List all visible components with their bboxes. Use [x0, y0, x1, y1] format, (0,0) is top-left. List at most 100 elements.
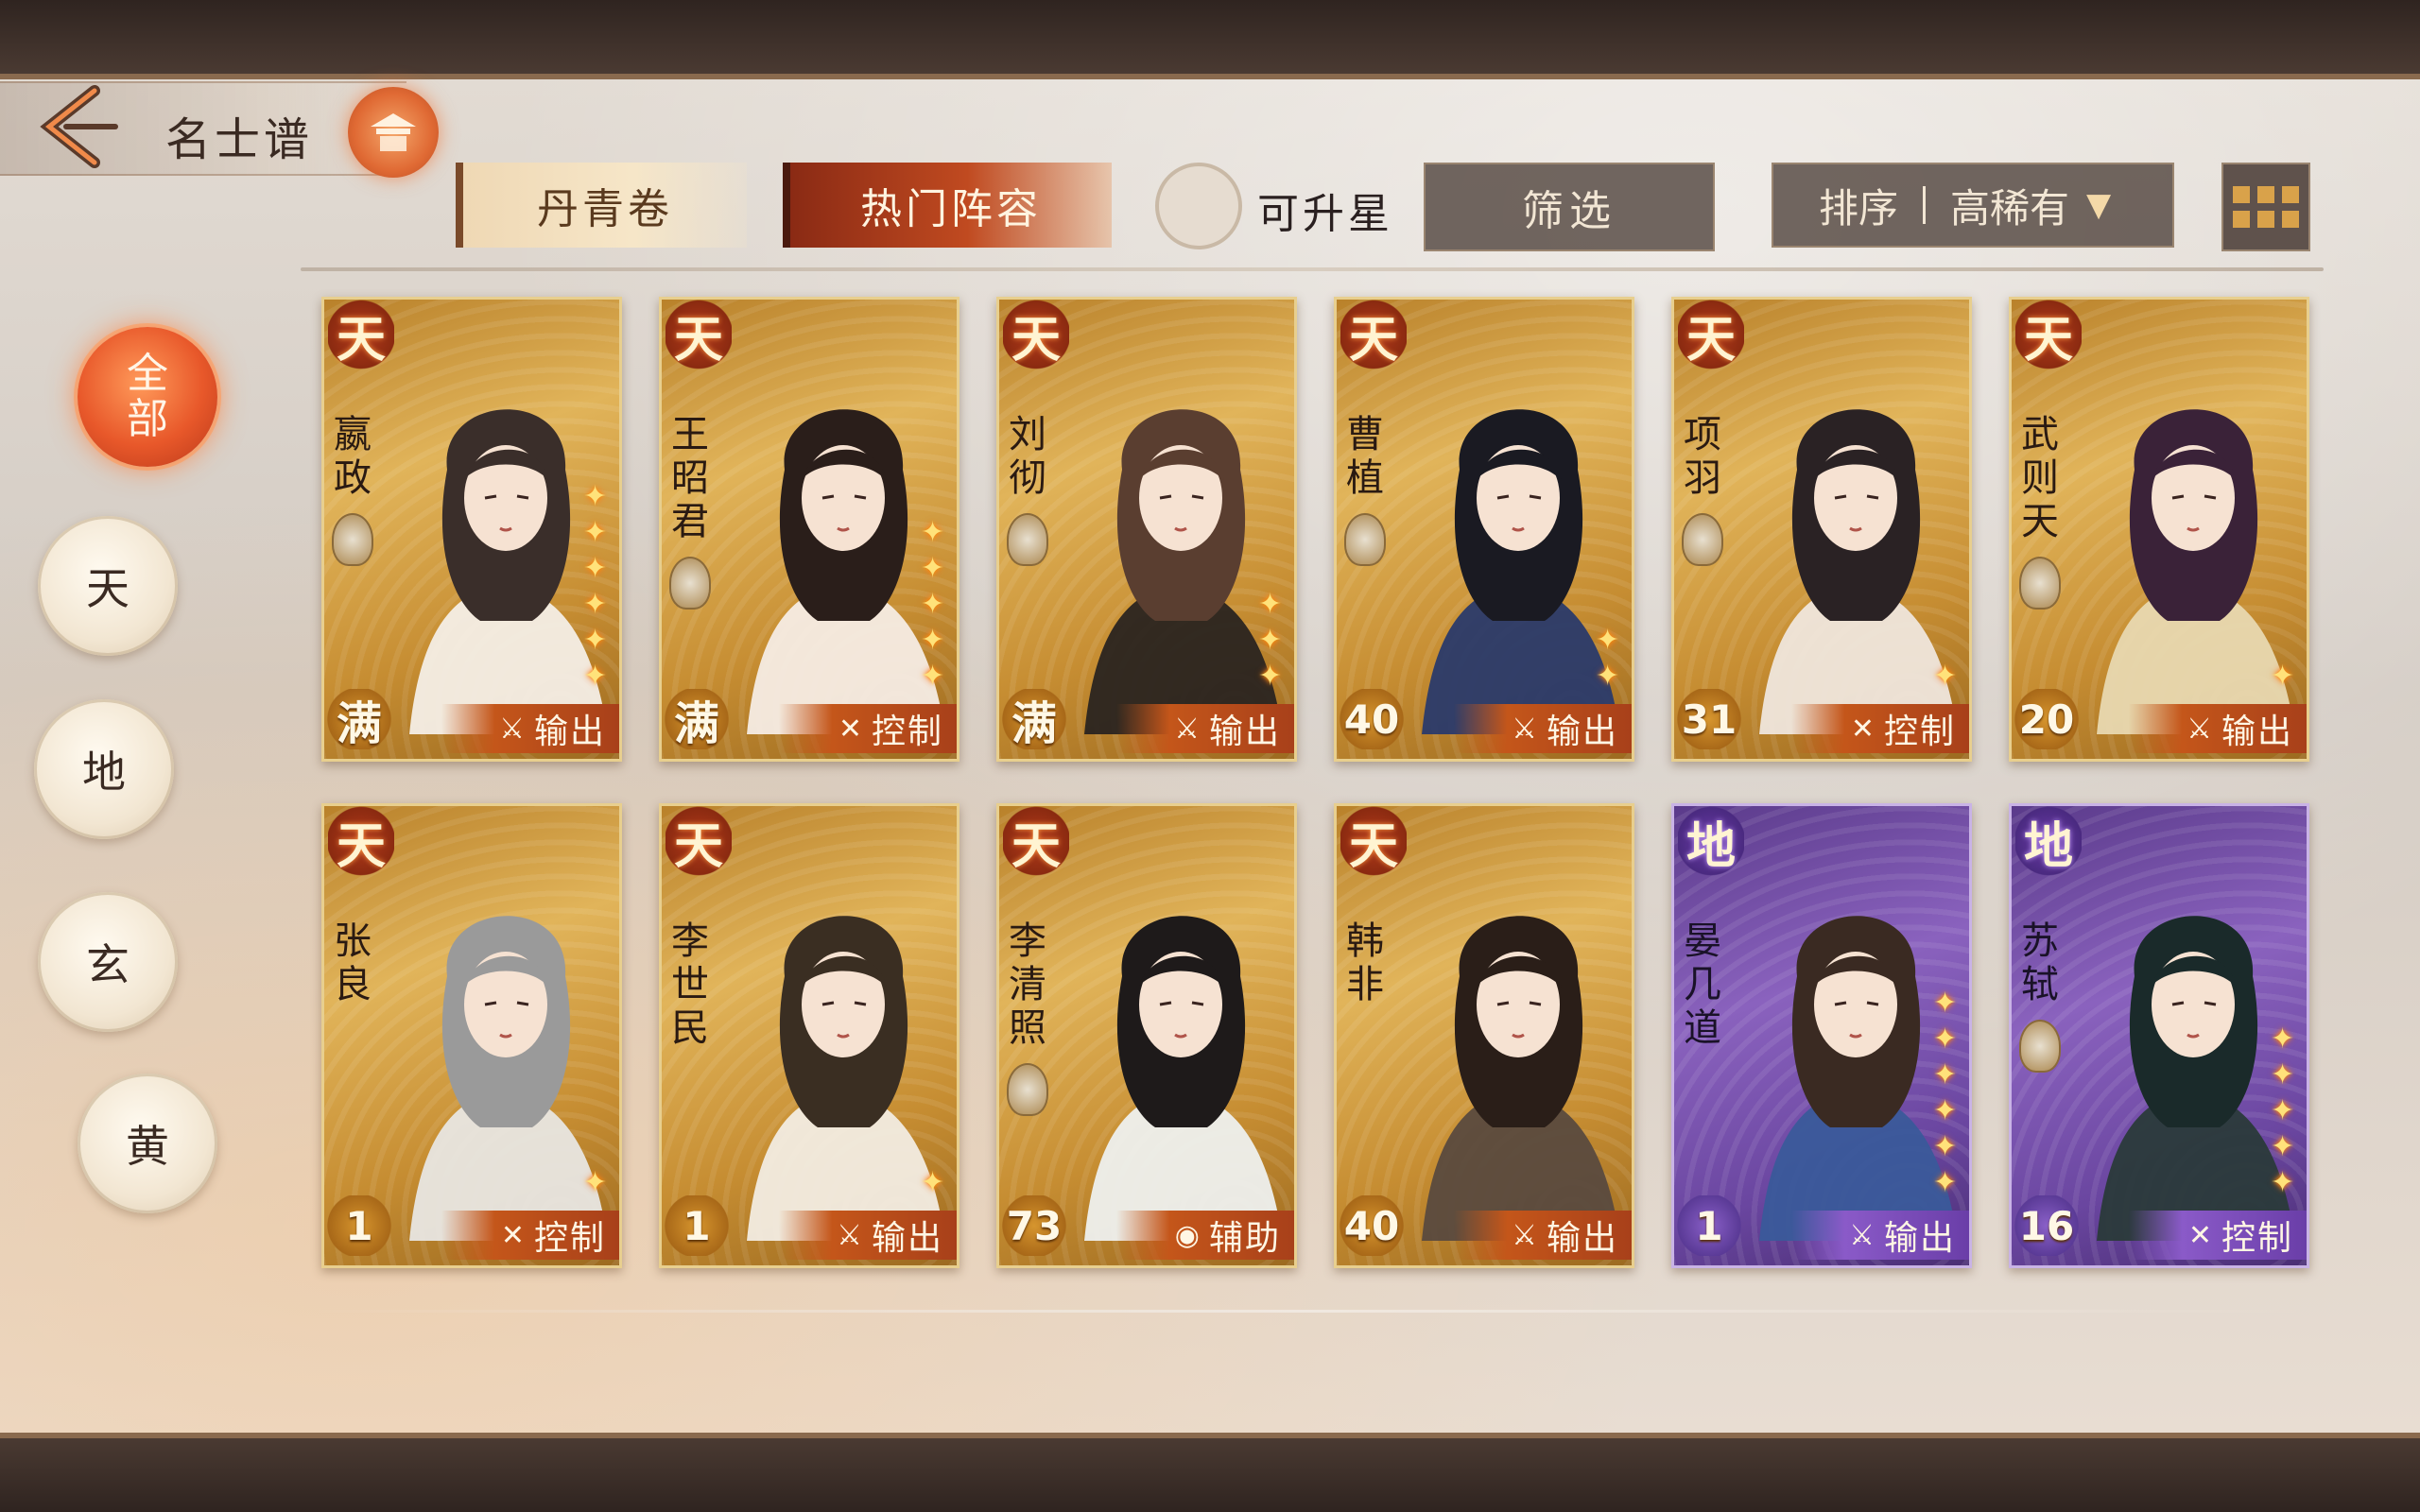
hero-card[interactable]: 天嬴政 ✦ ✦ ✦ ✦ ✦ ✦ 满 ⚔ 输出 — [321, 297, 622, 762]
hero-card[interactable]: 天王昭君 ✦ ✦ ✦ ✦ ✦ 满 ✕ 控制 — [659, 297, 959, 762]
role-label: 辅助 — [1208, 1219, 1281, 1258]
rank-filter-huang[interactable]: 黄 — [78, 1074, 217, 1213]
role-tag: ✕ 控制 — [441, 1211, 619, 1260]
back-button[interactable] — [28, 79, 123, 174]
hero-name: 苏轼 — [2021, 919, 2059, 1006]
hero-card[interactable]: 天武则天 ✦ 20 ⚔ 输出 — [2009, 297, 2309, 762]
grade-badge: 天 — [1340, 300, 1407, 369]
star-icon: ✦ — [921, 588, 945, 621]
star-icon: ✦ — [2271, 1058, 2295, 1091]
star-rating: ✦ ✦ ✦ ✦ ✦ — [921, 519, 949, 691]
tab-danqing[interactable]: 丹青卷 — [456, 163, 747, 248]
white-beast-faction-icon — [1344, 513, 1386, 566]
grade-badge: 天 — [328, 806, 394, 876]
star-icon: ✦ — [1933, 1058, 1958, 1091]
sword-icon: ⚔ — [837, 1218, 864, 1252]
star-icon: ✦ — [2271, 1166, 2295, 1199]
role-tag: ⚔ 输出 — [441, 704, 619, 753]
grade-badge: 天 — [1678, 300, 1744, 369]
role-label: 控制 — [1883, 713, 1956, 751]
grade-badge: 地 — [1678, 806, 1744, 876]
grade-badge: 天 — [2015, 300, 2082, 369]
rank-filter-all[interactable]: 全部 — [78, 327, 217, 467]
hero-card[interactable]: 天项羽 ✦ 31 ✕ 控制 — [1671, 297, 1972, 762]
hero-card[interactable]: 地晏几道 ✦ ✦ ✦ ✦ ✦ ✦ 1 ⚔ 输出 — [1671, 803, 1972, 1268]
sort-label: 排序 — [1819, 184, 1899, 232]
role-tag: ⚔ 输出 — [1454, 1211, 1632, 1260]
hero-name: 项羽 — [1684, 413, 1721, 500]
crossed-swords-icon: ✕ — [500, 1218, 527, 1252]
role-label: 输出 — [2221, 713, 2293, 751]
grade-badge: 天 — [328, 300, 394, 369]
tab-hot-lineup-label: 热门阵容 — [860, 185, 1042, 233]
star-icon: ✦ — [1933, 1022, 1958, 1056]
sword-icon: ⚔ — [1849, 1218, 1876, 1252]
hero-card[interactable]: 天李清照 73 ◉ 辅助 — [996, 803, 1297, 1268]
star-rating: ✦ ✦ ✦ ✦ ✦ ✦ — [583, 483, 612, 691]
bottom-frame-bar — [0, 1433, 2420, 1512]
role-tag: ⚔ 输出 — [1454, 704, 1632, 753]
tab-hot-lineup[interactable]: 热门阵容 — [783, 163, 1112, 248]
rank-filter-tian[interactable]: 天 — [38, 516, 178, 656]
star-icon: ✦ — [1933, 1094, 1958, 1127]
star-rating: ✦ ✦ ✦ — [1258, 591, 1287, 691]
star-icon: ✦ — [921, 1166, 945, 1199]
role-tag: ⚔ 输出 — [1791, 1211, 1969, 1260]
hero-card[interactable]: 天曹植 ✦ ✦ 40 ⚔ 输出 — [1334, 297, 1634, 762]
rank-filter-di-label: 地 — [82, 747, 126, 798]
hero-name: 晏几道 — [1684, 919, 1721, 1050]
role-label: 控制 — [2221, 1219, 2293, 1258]
list-top-divider — [301, 267, 2324, 271]
star-rating: ✦ — [583, 1169, 612, 1197]
hero-name: 李清照 — [1009, 919, 1046, 1050]
star-icon: ✦ — [583, 624, 608, 657]
upstar-toggle[interactable] — [1155, 163, 1242, 249]
star-rating: ✦ ✦ ✦ ✦ ✦ — [2271, 1025, 2299, 1197]
star-icon: ✦ — [583, 552, 608, 585]
red-phoenix-faction-icon — [332, 513, 373, 566]
star-icon: ✦ — [1596, 660, 1620, 693]
role-label: 控制 — [533, 1219, 606, 1258]
back-arrow-icon — [40, 85, 118, 168]
role-tag: ✕ 控制 — [779, 704, 957, 753]
palace-emblem-icon — [348, 87, 439, 178]
crossed-swords-icon: ✕ — [2187, 1218, 2214, 1252]
upstar-label: 可升星 — [1257, 190, 1393, 238]
level-badge: 1 — [664, 1195, 730, 1256]
role-label: 输出 — [1208, 713, 1281, 751]
star-icon: ✦ — [1933, 1130, 1958, 1163]
crossed-swords-icon: ✕ — [1850, 712, 1876, 746]
star-icon: ✦ — [921, 516, 945, 549]
hero-card[interactable]: 天李世民 ✦ 1 ⚔ 输出 — [659, 803, 959, 1268]
role-label: 输出 — [1546, 1219, 1618, 1258]
star-icon: ✦ — [1596, 624, 1620, 657]
role-tag: ✕ 控制 — [2129, 1211, 2307, 1260]
tab-danqing-label: 丹青卷 — [537, 185, 673, 233]
chevron-down-icon: ▼ — [2086, 186, 2112, 224]
grade-badge: 天 — [1003, 806, 1069, 876]
star-icon: ✦ — [583, 588, 608, 621]
grid-view-button[interactable] — [2221, 163, 2310, 251]
hero-card[interactable]: 地苏轼 ✦ ✦ ✦ ✦ ✦ 16 ✕ 控制 — [2009, 803, 2309, 1268]
role-tag: ⚔ 输出 — [779, 1211, 957, 1260]
star-icon: ✦ — [1258, 588, 1283, 621]
role-label: 输出 — [533, 713, 606, 751]
hero-card[interactable]: 天张良 ✦ 1 ✕ 控制 — [321, 803, 622, 1268]
hero-card[interactable]: 天韩非 40 ⚔ 输出 — [1334, 803, 1634, 1268]
sword-icon: ⚔ — [1174, 712, 1201, 746]
star-icon: ✦ — [583, 660, 608, 693]
spear-faction-icon — [2019, 1020, 2061, 1073]
sword-icon: ⚔ — [1512, 712, 1539, 746]
filter-button[interactable]: 筛选 — [1424, 163, 1715, 251]
grade-badge: 天 — [1340, 806, 1407, 876]
hero-portrait — [1084, 916, 1283, 1241]
star-icon: ✦ — [2271, 1130, 2295, 1163]
role-tag: ⚔ 输出 — [2129, 704, 2307, 753]
rank-filter-di[interactable]: 地 — [34, 699, 174, 839]
hero-card[interactable]: 天刘彻 ✦ ✦ ✦ 满 ⚔ 输出 — [996, 297, 1297, 762]
rank-filter-xuan[interactable]: 玄 — [38, 892, 178, 1032]
sort-dropdown[interactable]: 排序 高稀有 ▼ — [1772, 163, 2174, 248]
rank-filter-tian-label: 天 — [86, 563, 130, 614]
level-badge: 20 — [2014, 689, 2080, 749]
star-icon: ✦ — [2271, 1094, 2295, 1127]
